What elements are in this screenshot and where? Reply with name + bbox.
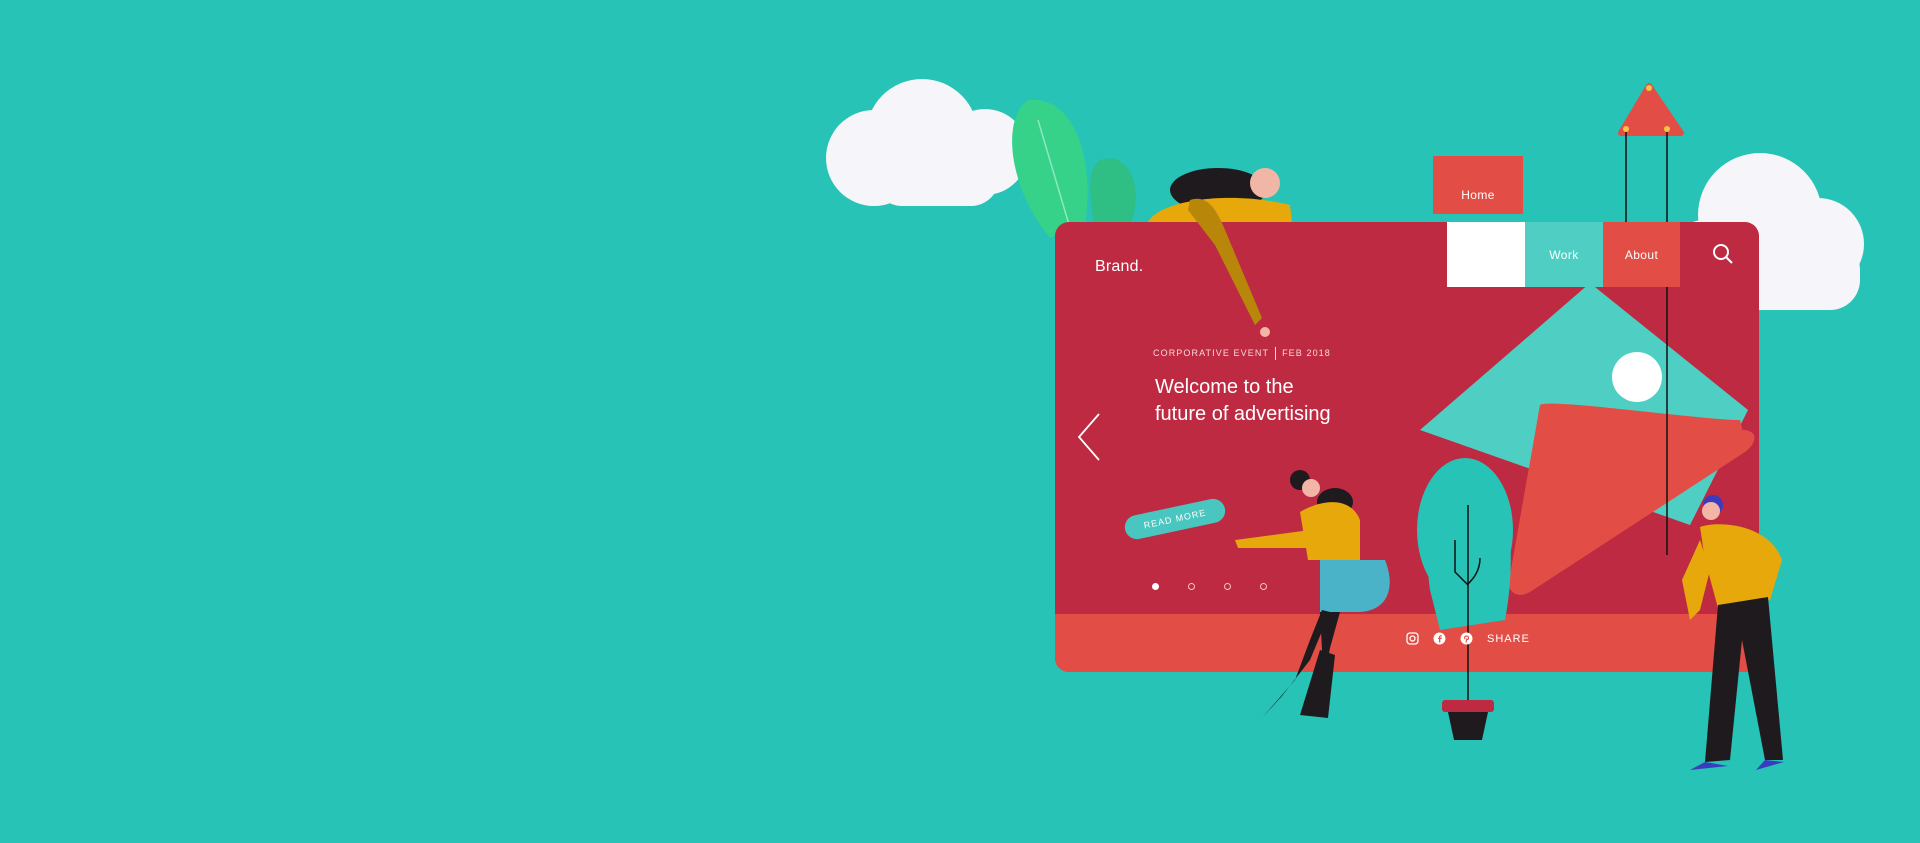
- search-icon[interactable]: [1711, 242, 1735, 266]
- facebook-icon[interactable]: [1433, 632, 1446, 645]
- nav-blank-tile: [1447, 222, 1525, 287]
- foreground-illustration: [1188, 83, 1784, 770]
- potted-tree: [1417, 458, 1513, 740]
- sitting-woman-figure: [1235, 470, 1390, 718]
- instagram-icon[interactable]: [1406, 632, 1419, 645]
- nav-item-about[interactable]: About: [1603, 222, 1680, 287]
- nav-item-home[interactable]: Home: [1433, 156, 1523, 214]
- reaching-arm: [1188, 198, 1270, 337]
- standing-man-figure: [1682, 495, 1784, 770]
- nav-item-work[interactable]: Work: [1525, 222, 1603, 287]
- pinterest-icon[interactable]: [1460, 632, 1473, 645]
- share-bar: SHARE: [1406, 632, 1530, 645]
- share-label[interactable]: SHARE: [1487, 633, 1530, 645]
